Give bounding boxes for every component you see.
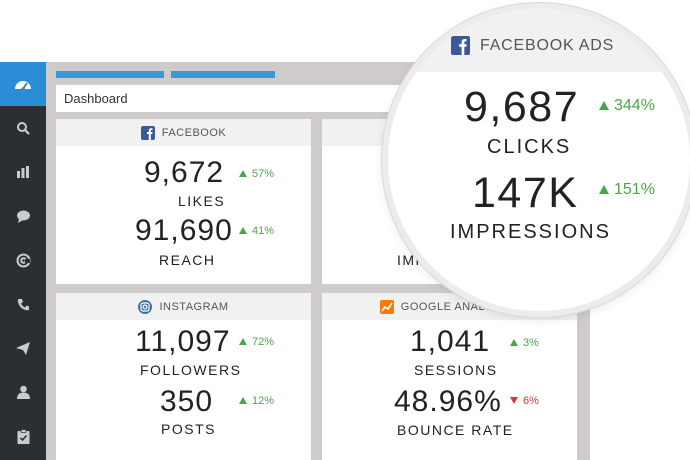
impressions-label: IMPRESSIONS xyxy=(450,221,611,243)
sidebar-item-reports[interactable] xyxy=(0,150,46,194)
likes-value: 9,672 xyxy=(144,156,225,189)
clicks-delta: 344% xyxy=(599,97,655,115)
instagram-card-title: INSTAGRAM xyxy=(159,300,229,313)
clipboard-check-icon xyxy=(17,428,29,444)
at-sign-icon xyxy=(16,253,30,267)
bounce-rate-delta: 6% xyxy=(510,395,539,407)
instagram-icon xyxy=(138,299,153,314)
clicks-label: CLICKS xyxy=(487,136,572,158)
user-icon xyxy=(16,385,30,399)
sidebar-item-users[interactable] xyxy=(0,370,46,414)
facebook-card-title: FACEBOOK xyxy=(161,126,227,139)
sessions-label: SESSIONS xyxy=(414,362,498,378)
posts-label: POSTS xyxy=(161,421,216,437)
facebook-card-header: FACEBOOK xyxy=(56,119,311,146)
sidebar xyxy=(0,62,46,460)
tab-bar-1[interactable] xyxy=(56,71,164,78)
facebook-card: FACEBOOK 9,672 57% LIKES 91,690 41% REAC… xyxy=(56,119,311,284)
posts-value: 350 xyxy=(160,385,214,418)
impressions-value: 147K xyxy=(472,169,579,217)
bounce-rate-value: 48.96% xyxy=(394,385,502,418)
followers-value: 11,097 xyxy=(135,325,231,358)
increase-arrow-icon xyxy=(510,339,518,346)
likes-label: LIKES xyxy=(178,193,226,209)
google-analytics-card: GOOGLE ANALYTICS 1,041 3% SESSIONS 48.96… xyxy=(322,293,577,460)
phone-icon xyxy=(17,298,29,310)
likes-delta: 57% xyxy=(239,168,274,180)
instagram-card: INSTAGRAM 11,097 72% FOLLOWERS 350 12% P… xyxy=(56,293,311,460)
chat-icon xyxy=(16,210,30,223)
sidebar-item-messages[interactable] xyxy=(0,194,46,238)
magnifier-callout: FACEBOOK ADS 9,687 344% CLICKS 147K 151%… xyxy=(388,9,690,311)
increase-arrow-icon xyxy=(599,101,609,110)
reach-value: 91,690 xyxy=(135,214,233,247)
reach-delta: 41% xyxy=(239,225,274,237)
sidebar-item-publish[interactable] xyxy=(0,326,46,370)
impressions-delta: 151% xyxy=(599,181,655,199)
facebook-icon xyxy=(140,125,155,140)
clicks-value: 9,687 xyxy=(464,83,580,131)
sidebar-item-dashboard[interactable] xyxy=(0,62,46,106)
followers-delta: 72% xyxy=(239,336,274,348)
increase-arrow-icon xyxy=(239,227,247,234)
increase-arrow-icon xyxy=(239,170,247,177)
bar-chart-icon xyxy=(17,166,29,178)
sidebar-item-calls[interactable] xyxy=(0,282,46,326)
sidebar-item-tasks[interactable] xyxy=(0,414,46,458)
posts-delta: 12% xyxy=(239,395,274,407)
facebook-ads-icon xyxy=(451,36,470,55)
google-analytics-icon xyxy=(379,299,394,314)
sidebar-item-search[interactable] xyxy=(0,106,46,150)
dashboard-icon xyxy=(15,81,31,91)
tab-bar-2[interactable] xyxy=(171,71,275,78)
search-icon xyxy=(17,122,30,135)
sessions-value: 1,041 xyxy=(410,325,491,358)
decrease-arrow-icon xyxy=(510,397,518,404)
sidebar-item-mentions[interactable] xyxy=(0,238,46,282)
increase-arrow-icon xyxy=(239,397,247,404)
send-icon xyxy=(16,341,30,355)
increase-arrow-icon xyxy=(599,185,609,194)
instagram-card-header: INSTAGRAM xyxy=(56,293,311,320)
reach-label: REACH xyxy=(159,252,216,268)
magnifier-title: FACEBOOK ADS xyxy=(480,37,615,54)
increase-arrow-icon xyxy=(239,338,247,345)
bounce-rate-label: BOUNCE RATE xyxy=(397,422,514,438)
followers-label: FOLLOWERS xyxy=(140,362,242,378)
sessions-delta: 3% xyxy=(510,337,539,349)
